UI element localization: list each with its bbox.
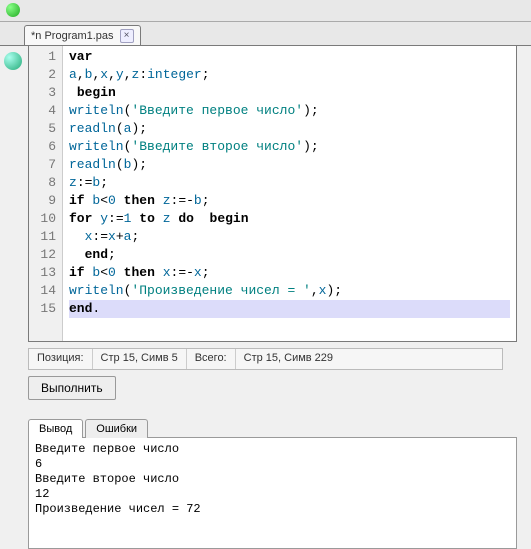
code-line[interactable]: end.: [69, 300, 510, 318]
line-number-gutter: 123456789101112131415: [29, 46, 63, 341]
output-panel[interactable]: Введите первое число 6 Введите второе чи…: [28, 437, 517, 549]
code-line[interactable]: x:=x+a;: [69, 228, 510, 246]
code-line[interactable]: z:=b;: [69, 174, 510, 192]
code-line[interactable]: if b<0 then x:=-x;: [69, 264, 510, 282]
tab-errors[interactable]: Ошибки: [85, 419, 148, 438]
file-tab[interactable]: *n Program1.pas ×: [24, 25, 141, 45]
code-line[interactable]: end;: [69, 246, 510, 264]
file-tabs: *n Program1.pas ×: [0, 22, 531, 46]
code-editor[interactable]: 123456789101112131415 vara,b,x,y,z:integ…: [28, 46, 517, 342]
code-line[interactable]: begin: [69, 84, 510, 102]
app-icon: [6, 3, 20, 17]
close-icon[interactable]: ×: [120, 29, 134, 43]
code-line[interactable]: writeln('Произведение чисел = ',x);: [69, 282, 510, 300]
total-label: Всего:: [187, 349, 236, 369]
code-area[interactable]: vara,b,x,y,z:integer; beginwriteln('Введ…: [63, 46, 516, 341]
execute-button[interactable]: Выполнить: [28, 376, 116, 400]
position-value: Стр 15, Симв 5: [93, 349, 187, 369]
file-tab-label: *n Program1.pas: [31, 30, 114, 42]
code-line[interactable]: readln(b);: [69, 156, 510, 174]
code-line[interactable]: for y:=1 to z do begin: [69, 210, 510, 228]
code-line[interactable]: readln(a);: [69, 120, 510, 138]
position-label: Позиция:: [29, 349, 93, 369]
output-tabs: Вывод Ошибки: [28, 418, 517, 437]
code-line[interactable]: if b<0 then z:=-b;: [69, 192, 510, 210]
tab-output[interactable]: Вывод: [28, 419, 83, 438]
total-value: Стр 15, Симв 229: [236, 349, 502, 369]
status-bar: Позиция: Стр 15, Симв 5 Всего: Стр 15, С…: [28, 348, 503, 370]
sidebar-icon[interactable]: [4, 52, 22, 70]
code-line[interactable]: a,b,x,y,z:integer;: [69, 66, 510, 84]
code-line[interactable]: var: [69, 48, 510, 66]
toolbar: [0, 0, 531, 22]
code-line[interactable]: writeln('Введите первое число');: [69, 102, 510, 120]
code-line[interactable]: writeln('Введите второе число');: [69, 138, 510, 156]
